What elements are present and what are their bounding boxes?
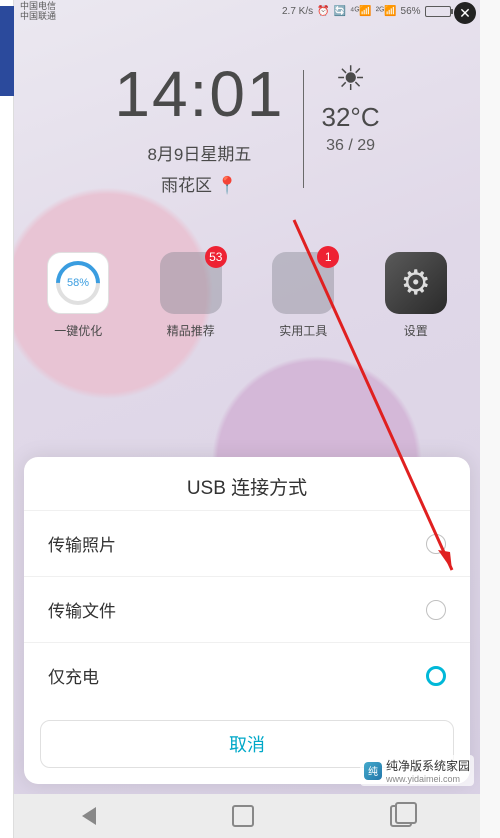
clock-time: 14:01 [114, 62, 284, 126]
close-icon: ✕ [459, 5, 471, 22]
radio-checked-icon [426, 666, 446, 686]
weather-temp: 32°C [322, 102, 380, 133]
radio-unchecked-icon [426, 534, 446, 554]
app-label: 一键优化 [36, 322, 120, 339]
phone-screenshot: ✕ 中国电信 中国联通 2.7 K/s ⏰ 🔄 ⁴ᴳ📶 ²ᴳ📶 56% 14:0… [14, 0, 480, 838]
app-label: 精品推荐 [149, 322, 233, 339]
watermark: 纯 纯净版系统家园 www.yidaimei.com [360, 755, 474, 786]
watermark-brand: 纯净版系统家园 [386, 759, 470, 773]
optimize-icon: 58% [47, 252, 109, 314]
badge: 53 [205, 246, 227, 268]
battery-icon [425, 6, 451, 17]
option-label: 传输文件 [48, 597, 116, 622]
clock-location: 雨花区 [161, 176, 212, 195]
clock-weather-widget[interactable]: 14:01 8月9日星期五 雨花区 📍 ☀ 32°C 36 / 29 [37, 62, 456, 196]
option-label: 仅充电 [48, 663, 99, 688]
net-speed: 2.7 K/s [282, 6, 313, 17]
alarm-icon: ⏰ [317, 6, 329, 17]
home-button[interactable] [232, 805, 254, 827]
app-label: 设置 [374, 322, 458, 339]
app-settings[interactable]: ⚙ 设置 [374, 252, 458, 339]
option-label: 传输照片 [48, 531, 116, 556]
watermark-logo-icon: 纯 [364, 762, 382, 780]
badge: 1 [317, 246, 339, 268]
battery-percent: 56% [401, 6, 421, 17]
app-optimize[interactable]: 58% 一键优化 [36, 252, 120, 339]
app-folder-featured[interactable]: 53 精品推荐 [149, 252, 233, 339]
close-button[interactable]: ✕ [454, 2, 476, 24]
sheet-title: USB 连接方式 [24, 473, 470, 510]
option-transfer-photos[interactable]: 传输照片 [24, 510, 470, 576]
app-label: 实用工具 [261, 322, 345, 339]
option-transfer-files[interactable]: 传输文件 [24, 576, 470, 642]
watermark-url: www.yidaimei.com [386, 774, 470, 784]
app-dock: 58% 一键优化 53 精品推荐 1 实用工具 ⚙ 设置 [14, 252, 480, 339]
gear-icon: ⚙ [385, 252, 447, 314]
app-folder-tools[interactable]: 1 实用工具 [261, 252, 345, 339]
signal-2g-icon: ²ᴳ📶 [376, 6, 397, 17]
back-button[interactable] [82, 807, 96, 825]
sync-icon: 🔄 [334, 6, 346, 17]
signal-4g-icon: ⁴ᴳ📶 [350, 6, 372, 17]
status-bar: 中国电信 中国联通 2.7 K/s ⏰ 🔄 ⁴ᴳ📶 ²ᴳ📶 56% 14:0 [14, 0, 480, 22]
weather-range: 36 / 29 [322, 137, 380, 155]
carrier-1: 中国电信 [20, 1, 56, 11]
navigation-bar [14, 794, 480, 838]
option-charge-only[interactable]: 仅充电 [24, 642, 470, 708]
weather-icon: ☀ [322, 62, 380, 96]
usb-connection-sheet: USB 连接方式 传输照片 传输文件 仅充电 取消 [24, 457, 470, 784]
location-icon: 📍 [217, 176, 238, 195]
radio-unchecked-icon [426, 600, 446, 620]
carrier-2: 中国联通 [20, 11, 56, 21]
clock-date: 8月9日星期五 [114, 140, 284, 165]
recents-button[interactable] [390, 805, 412, 827]
